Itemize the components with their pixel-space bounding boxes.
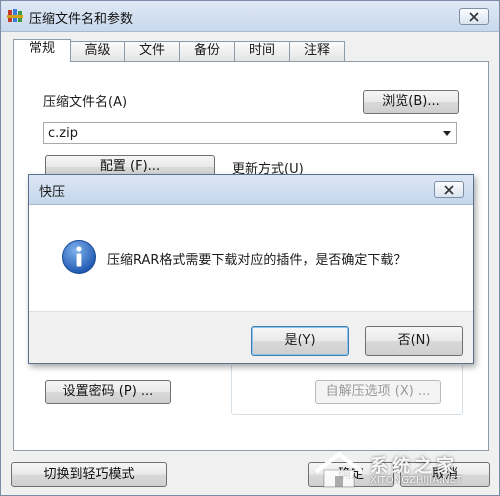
tab-time[interactable]: 时间: [234, 41, 290, 61]
yes-button[interactable]: 是(Y): [251, 326, 349, 356]
sfx-options-button[interactable]: 自解压选项 (X) ...: [315, 380, 441, 404]
browse-button[interactable]: 浏览(B)...: [363, 90, 459, 114]
chevron-down-icon[interactable]: [443, 131, 451, 136]
dialog-title-bar: 快压: [29, 175, 473, 205]
no-button[interactable]: 否(N): [365, 326, 463, 356]
watermark: 系统之家 XITONGZHIJIA.NET: [294, 448, 494, 492]
winrar-books-icon: [7, 9, 23, 22]
close-icon: [469, 11, 479, 22]
house-logo-icon: [314, 451, 364, 488]
title-bar: 压缩文件名和参数: [1, 1, 499, 32]
close-icon: [444, 184, 454, 195]
set-password-button[interactable]: 设置密码 (P) ...: [45, 380, 171, 404]
switch-lite-mode-button[interactable]: 切换到轻巧模式: [11, 462, 167, 487]
tab-comment[interactable]: 注释: [289, 41, 345, 61]
archive-name-label: 压缩文件名(A): [43, 95, 128, 110]
info-icon: [62, 240, 96, 274]
archive-name-combobox[interactable]: c.zip: [43, 122, 457, 144]
archive-name-value: c.zip: [48, 126, 78, 141]
dialog-body: 压缩RAR格式需要下载对应的插件，是否确定下载？: [29, 205, 473, 311]
tab-backup[interactable]: 备份: [179, 41, 235, 61]
dialog-footer: 是(Y) 否(N): [29, 311, 473, 363]
tab-files[interactable]: 文件: [124, 41, 180, 61]
watermark-subtext: XITONGZHIJIA.NET: [370, 475, 462, 486]
close-button[interactable]: [459, 8, 489, 25]
dialog-message: 压缩RAR格式需要下载对应的插件，是否确定下载？: [107, 253, 407, 268]
dialog-close-button[interactable]: [434, 181, 464, 198]
dialog-title: 快压: [39, 185, 66, 200]
confirm-dialog: 快压 压缩RAR格式需要下载对应的插件，是否确定下载？ 是(Y) 否(N): [28, 174, 474, 364]
tab-general[interactable]: 常规: [13, 39, 71, 62]
window-title: 压缩文件名和参数: [29, 12, 134, 27]
tab-advanced[interactable]: 高级: [70, 41, 125, 61]
